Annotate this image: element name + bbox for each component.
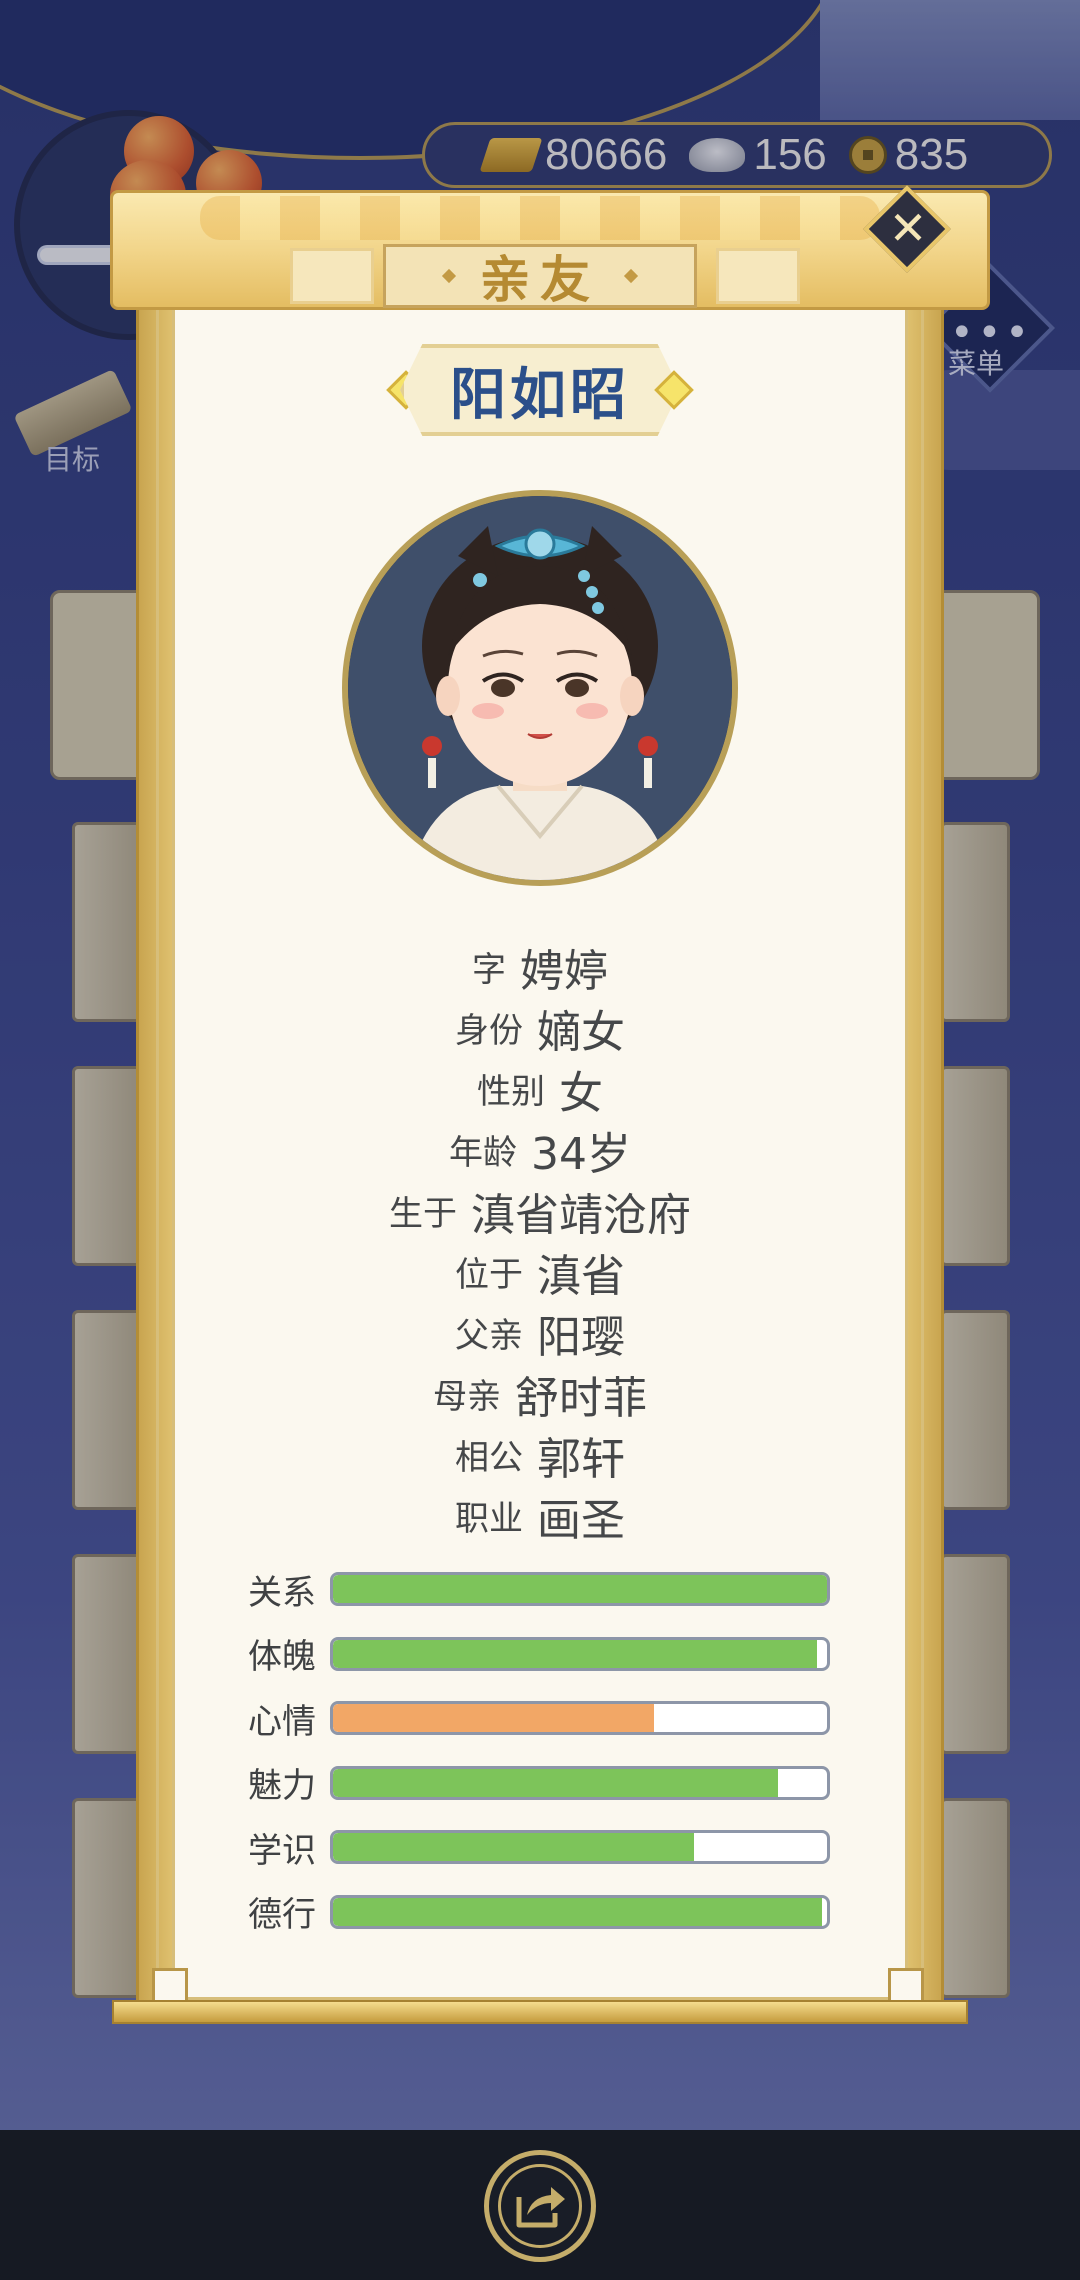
info-label: 相公 <box>455 1438 523 1478</box>
share-icon[interactable] <box>498 2164 582 2248</box>
corner-ornament <box>152 1968 188 2004</box>
stat-row: 心情 <box>248 1686 838 1751</box>
character-name: 阳如昭 <box>450 362 630 428</box>
info-row: 职业 画圣 <box>172 1485 908 1546</box>
dialog-title: 亲友 <box>480 251 600 309</box>
info-label: 父亲 <box>455 1316 523 1356</box>
portrait-illustration <box>348 496 732 880</box>
info-value: 娉婷 <box>520 945 608 997</box>
stat-row: 体魄 <box>248 1622 838 1687</box>
stat-bar-track <box>330 1765 830 1800</box>
info-row: 母亲 舒时菲 <box>172 1363 908 1424</box>
name-plate: 阳如昭 <box>400 344 680 436</box>
info-row: 字娉婷 <box>172 936 908 997</box>
info-row: 相公 郭轩 <box>172 1424 908 1485</box>
stat-label: 魅力 <box>248 1766 316 1807</box>
dialog-bottom-rod <box>112 2000 968 2024</box>
info-label: 位于 <box>455 1255 523 1295</box>
info-value: 舒时菲 <box>515 1372 647 1424</box>
stat-bar-fill <box>333 1833 694 1862</box>
stat-bar-fill <box>333 1639 818 1668</box>
title-dot <box>623 268 639 284</box>
close-icon[interactable]: ✕ <box>882 202 934 254</box>
header-side-plate <box>716 248 800 304</box>
stat-bar-fill <box>333 1575 827 1604</box>
stat-bar-track <box>330 1636 830 1671</box>
info-label: 年龄 <box>449 1133 517 1173</box>
info-row: 父亲 阳璎 <box>172 1302 908 1363</box>
stat-label: 关系 <box>248 1572 316 1613</box>
stat-label: 体魄 <box>248 1637 316 1678</box>
info-value: 34岁 <box>531 1128 631 1180</box>
stat-label: 德行 <box>248 1895 316 1936</box>
share-arrow-icon <box>516 2187 565 2228</box>
stat-bar-track <box>330 1830 830 1865</box>
stat-bar-fill <box>333 1704 655 1733</box>
info-row: 年龄 34岁 <box>172 1119 908 1180</box>
info-label: 职业 <box>455 1499 523 1539</box>
stat-label: 学识 <box>248 1830 316 1871</box>
info-value: 滇省靖沧府 <box>471 1189 691 1241</box>
info-value: 阳璎 <box>537 1311 625 1363</box>
stat-bar-track <box>330 1701 830 1736</box>
stat-row: 关系 <box>248 1557 838 1622</box>
stat-row: 魅力 <box>248 1751 838 1816</box>
info-label: 母亲 <box>433 1377 501 1417</box>
info-value: 嫡女 <box>537 1006 625 1058</box>
header-side-plate <box>290 248 374 304</box>
info-row: 性别女 <box>172 1058 908 1119</box>
header-decoration <box>200 196 880 240</box>
info-row: 身份 嫡女 <box>172 997 908 1058</box>
info-value: 滇省 <box>537 1250 625 1302</box>
info-value: 女 <box>559 1067 603 1119</box>
info-value: 画圣 <box>537 1494 625 1546</box>
stat-row: 德行 <box>248 1880 838 1945</box>
character-stats: 关系体魄心情魅力学识德行 <box>248 1557 838 1944</box>
info-row: 位于 滇省 <box>172 1241 908 1302</box>
corner-ornament <box>888 1968 924 2004</box>
character-info-list: 字娉婷 身份 嫡女 性别女年龄 34岁 生于 滇省靖沧府 位于 滇省 父亲 阳璎 母亲 舒时菲 相公 郭轩职… <box>172 936 908 1546</box>
stat-bar-track <box>330 1572 830 1607</box>
stat-label: 心情 <box>248 1701 316 1742</box>
info-label: 字 <box>472 950 506 990</box>
info-label: 性别 <box>477 1072 545 1112</box>
info-label: 生于 <box>389 1194 457 1234</box>
stat-bar-track <box>330 1894 830 1929</box>
stat-bar-fill <box>333 1897 823 1926</box>
dialog-title-plate: 亲友 <box>383 244 697 309</box>
info-row: 生于 滇省靖沧府 <box>172 1180 908 1241</box>
character-portrait <box>342 490 738 886</box>
info-value: 郭轩 <box>537 1433 625 1485</box>
title-dot <box>441 268 457 284</box>
stat-row: 学识 <box>248 1815 838 1880</box>
stat-bar-fill <box>333 1768 778 1797</box>
info-label: 身份 <box>455 1011 523 1051</box>
